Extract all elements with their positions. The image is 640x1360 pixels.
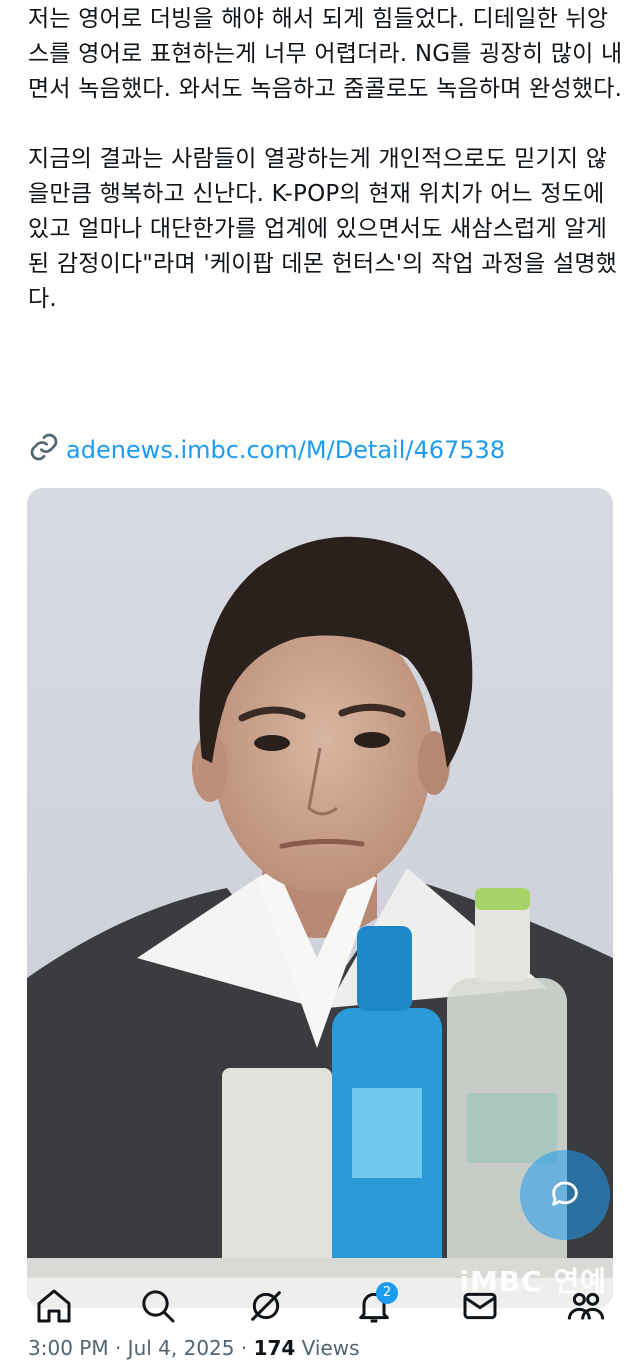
tab-home[interactable]: [30, 1284, 78, 1332]
tab-grok[interactable]: [242, 1284, 290, 1332]
meta-separator: ·: [108, 1336, 128, 1360]
link-icon: [28, 431, 60, 469]
views-count: 174: [253, 1336, 296, 1360]
post-paragraph-1: 저는 영어로 더빙을 해야 해서 되게 힘들었다. 디테일한 뉘앙스를 영어로 …: [28, 6, 623, 102]
search-icon: [138, 1286, 178, 1330]
meta-separator: ·: [234, 1336, 254, 1360]
post-meta: 3:00 PM · Jul 4, 2025 · 174 Views: [28, 1336, 360, 1360]
home-icon: [34, 1286, 74, 1330]
grok-icon: [246, 1286, 286, 1330]
article-link[interactable]: adenews.imbc.com/M/Detail/467538: [28, 430, 505, 470]
tab-messages[interactable]: [456, 1284, 504, 1332]
post-text: 저는 영어로 더빙을 해야 해서 되게 힘들었다. 디테일한 뉘앙스를 영어로 …: [28, 2, 628, 317]
post-date: Jul 4, 2025: [127, 1336, 235, 1360]
compose-fab[interactable]: [520, 1150, 610, 1240]
people-icon: [566, 1286, 606, 1330]
post-time: 3:00 PM: [28, 1336, 109, 1360]
tab-communities[interactable]: [562, 1284, 610, 1332]
mail-icon: [460, 1286, 500, 1330]
bottom-tab-bar: 2: [0, 1278, 640, 1338]
chat-bubble-icon: [548, 1176, 582, 1214]
post-paragraph-2: 지금의 결과는 사람들이 열광하는게 개인적으로도 믿기지 않을만큼 행복하고 …: [28, 146, 618, 312]
tab-search[interactable]: [134, 1284, 182, 1332]
notification-badge: 2: [376, 1282, 398, 1304]
views-label: Views: [295, 1336, 360, 1360]
link-text[interactable]: adenews.imbc.com/M/Detail/467538: [66, 436, 505, 464]
tab-notifications[interactable]: 2: [350, 1282, 398, 1332]
